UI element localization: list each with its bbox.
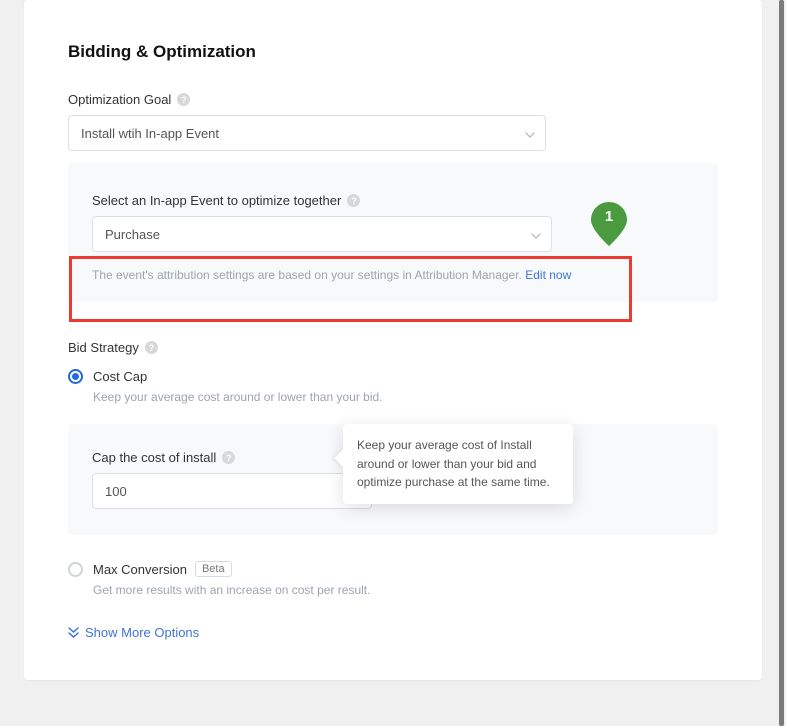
optimization-goal-label: Optimization Goal <box>68 92 171 107</box>
in-app-event-value: Purchase <box>105 227 160 242</box>
cost-cap-description: Keep your average cost around or lower t… <box>93 390 718 404</box>
max-conversion-row[interactable]: Max Conversion Beta <box>68 561 718 577</box>
show-more-label: Show More Options <box>85 625 199 640</box>
beta-badge: Beta <box>195 561 232 577</box>
max-conversion-radio[interactable] <box>68 562 83 577</box>
cost-cap-row[interactable]: Cost Cap <box>68 369 718 384</box>
scrollbar[interactable] <box>779 0 784 726</box>
help-icon[interactable]: ? <box>222 451 235 464</box>
bid-strategy-heading: Bid Strategy ? <box>68 340 718 355</box>
optimization-goal-select[interactable]: Install wtih In-app Event <box>68 115 546 151</box>
cap-cost-label: Cap the cost of install <box>92 450 216 465</box>
help-icon[interactable]: ? <box>177 93 190 106</box>
attribution-info-text: The event's attribution settings are bas… <box>92 268 525 282</box>
help-icon[interactable]: ? <box>347 194 360 207</box>
attribution-info: The event's attribution settings are bas… <box>92 266 694 284</box>
step-marker: 1 <box>591 202 627 246</box>
cost-cap-label: Cost Cap <box>93 369 147 384</box>
cap-cost-input[interactable] <box>92 473 372 509</box>
show-more-options[interactable]: Show More Options <box>68 625 718 640</box>
max-conversion-label: Max Conversion Beta <box>93 561 232 577</box>
edit-now-link[interactable]: Edit now <box>525 268 571 282</box>
max-conversion-description: Get more results with an increase on cos… <box>93 583 718 597</box>
double-chevron-down-icon <box>68 627 79 639</box>
in-app-event-label: Select an In-app Event to optimize toget… <box>92 193 341 208</box>
in-app-event-select[interactable]: Purchase <box>92 216 552 252</box>
max-conversion-text: Max Conversion <box>93 562 187 577</box>
cost-cap-tooltip: Keep your average cost of Install around… <box>343 424 573 504</box>
bid-strategy-label: Bid Strategy <box>68 340 139 355</box>
optimization-goal-value: Install wtih In-app Event <box>81 126 219 141</box>
bidding-card: Bidding & Optimization Optimization Goal… <box>24 0 762 680</box>
page-title: Bidding & Optimization <box>68 42 718 62</box>
chevron-down-icon <box>531 229 541 239</box>
cost-cap-radio[interactable] <box>68 369 83 384</box>
cost-cap-panel: Keep your average cost of Install around… <box>68 424 718 535</box>
chevron-down-icon <box>525 128 535 138</box>
optimization-goal-label-row: Optimization Goal ? <box>68 92 718 107</box>
optimization-goal-group: Optimization Goal ? Install wtih In-app … <box>68 92 718 151</box>
help-icon[interactable]: ? <box>145 341 158 354</box>
step-marker-number: 1 <box>591 208 627 225</box>
